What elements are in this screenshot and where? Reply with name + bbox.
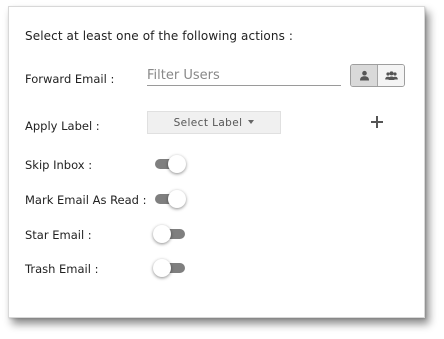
group-users-button[interactable] xyxy=(378,65,404,86)
single-user-button[interactable] xyxy=(351,65,378,86)
recipient-type-toggle xyxy=(350,64,405,87)
mark-read-label: Mark Email As Read : xyxy=(25,193,147,207)
mark-read-toggle[interactable] xyxy=(155,190,187,208)
group-icon xyxy=(384,71,398,80)
caret-down-icon xyxy=(248,119,255,124)
trash-email-toggle[interactable] xyxy=(153,259,187,277)
skip-inbox-label: Skip Inbox : xyxy=(25,158,93,172)
toggle-knob xyxy=(168,155,186,173)
star-email-toggle[interactable] xyxy=(153,225,187,243)
filter-users-input[interactable] xyxy=(147,65,341,86)
toggle-knob xyxy=(153,259,171,277)
actions-heading: Select at least one of the following act… xyxy=(25,29,293,43)
apply-label-label: Apply Label : xyxy=(25,119,100,133)
forward-email-label: Forward Email : xyxy=(25,72,115,86)
actions-panel: Select at least one of the following act… xyxy=(8,6,425,318)
toggle-knob xyxy=(153,225,171,243)
select-label-dropdown[interactable]: Select Label xyxy=(147,111,281,134)
toggle-knob xyxy=(168,190,186,208)
star-email-label: Star Email : xyxy=(25,228,92,242)
skip-inbox-toggle[interactable] xyxy=(155,155,187,173)
plus-icon[interactable] xyxy=(368,113,386,131)
user-icon xyxy=(359,70,369,81)
select-label-text: Select Label xyxy=(173,116,243,129)
trash-email-label: Trash Email : xyxy=(25,262,99,276)
